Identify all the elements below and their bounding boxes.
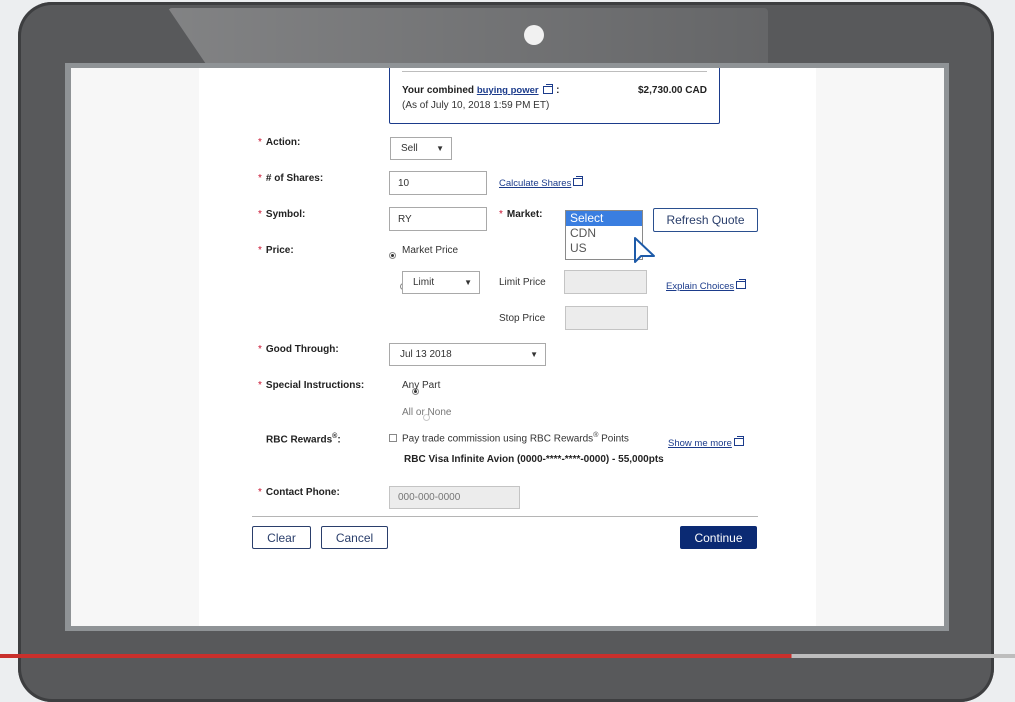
buying-power-link[interactable]: buying power (477, 85, 539, 96)
good-through-select[interactable]: Jul 13 2018 ▼ (389, 343, 546, 366)
buying-power-amount: $2,730.00 CAD (638, 85, 707, 96)
required-mark: * (258, 380, 262, 391)
limit-price-input[interactable] (564, 270, 647, 294)
shares-input[interactable]: 10 (389, 171, 487, 195)
symbol-label: * Symbol: (258, 209, 305, 220)
market-label: * Market: (499, 209, 542, 220)
video-progress-strip (0, 654, 1015, 658)
special-instructions-label: * Special Instructions: (258, 380, 364, 391)
show-me-more[interactable]: Show me more (668, 433, 744, 451)
special-instructions-label-text: Special Instructions: (265, 380, 365, 391)
good-through-label-text: Good Through: (265, 344, 339, 355)
rewards-text-main: Pay trade commission using RBC Rewards (402, 433, 594, 445)
market-price-radio[interactable] (389, 252, 396, 259)
dropdown-arrow-icon: ▼ (436, 144, 444, 153)
external-window-icon[interactable] (543, 84, 554, 95)
rewards-label: RBC Rewards®: (266, 433, 341, 445)
external-window-icon[interactable] (736, 278, 747, 289)
shares-label-text: # of Shares: (265, 173, 324, 184)
dropdown-arrow-icon: ▼ (464, 278, 472, 287)
rewards-checkbox[interactable] (389, 434, 397, 442)
required-mark: * (258, 245, 262, 256)
order-type-select[interactable]: Limit ▼ (402, 271, 480, 294)
right-margin (816, 68, 944, 626)
explain-choices[interactable]: Explain Choices (666, 276, 747, 294)
show-me-more-link[interactable]: Show me more (668, 438, 732, 449)
action-label: * Action: (258, 137, 300, 148)
browser-viewport: Your combined buying power : $2,730.00 C… (71, 68, 944, 626)
buying-power-line: Your combined buying power : (402, 84, 560, 96)
buying-power-box (389, 68, 720, 124)
calculate-shares[interactable]: Calculate Shares (499, 173, 584, 191)
dropdown-arrow-icon: ▼ (530, 350, 538, 359)
clear-button[interactable]: Clear (252, 526, 311, 549)
order-type-value: Limit (413, 277, 435, 288)
rewards-text: Pay trade commission using RBC Rewards® … (402, 432, 629, 444)
symbol-input[interactable]: RY (389, 207, 487, 231)
continue-button[interactable]: Continue (680, 526, 757, 549)
rewards-text-end: Points (598, 433, 629, 445)
form-divider (252, 516, 758, 517)
calculate-shares-link[interactable]: Calculate Shares (499, 178, 571, 189)
buying-power-as-of: (As of July 10, 2018 1:59 PM ET) (402, 100, 550, 111)
contact-phone-input[interactable] (389, 486, 520, 509)
required-mark: * (258, 137, 262, 148)
price-label: * Price: (258, 245, 294, 256)
all-or-none-label: All or None (402, 407, 452, 418)
divider (402, 71, 707, 72)
good-through-value: Jul 13 2018 (400, 349, 452, 360)
external-window-icon[interactable] (573, 175, 584, 186)
market-price-label: Market Price (402, 245, 459, 256)
cancel-button[interactable]: Cancel (321, 526, 388, 549)
rewards-label-text: RBC Rewards (266, 434, 333, 446)
symbol-label-text: Symbol: (265, 209, 306, 220)
refresh-quote-button[interactable]: Refresh Quote (653, 208, 758, 232)
buying-power-suffix: : (556, 85, 560, 96)
left-margin (71, 68, 199, 626)
mouse-cursor-icon (634, 237, 655, 263)
required-mark: * (258, 173, 262, 184)
external-window-icon[interactable] (733, 435, 744, 446)
screen-glare (168, 8, 768, 70)
good-through-label: * Good Through: (258, 344, 339, 355)
action-label-text: Action: (265, 137, 301, 148)
market-option-select[interactable]: Select (566, 211, 642, 226)
required-mark: * (258, 344, 262, 355)
any-part-label: Any Part (402, 380, 441, 391)
webcam (524, 25, 544, 45)
explain-choices-link[interactable]: Explain Choices (666, 281, 734, 292)
required-mark: * (258, 209, 262, 220)
action-select[interactable]: Sell ▼ (390, 137, 452, 160)
rewards-label-colon: : (337, 434, 341, 446)
contact-phone-label-text: Contact Phone: (265, 487, 340, 498)
contact-phone-label: * Contact Phone: (258, 487, 340, 498)
shares-label: * # of Shares: (258, 173, 323, 184)
required-mark: * (499, 209, 503, 220)
rewards-card: RBC Visa Infinite Avion (0000-****-****-… (404, 454, 664, 465)
market-option-cdn[interactable]: CDN (566, 226, 642, 241)
stop-price-label: Stop Price (499, 313, 546, 324)
market-label-text: Market: (506, 209, 543, 220)
required-mark: * (258, 487, 262, 498)
limit-price-label: Limit Price (499, 277, 546, 288)
market-option-us[interactable]: US (566, 241, 642, 256)
buying-power-prefix: Your combined (402, 85, 475, 96)
stop-price-input[interactable] (565, 306, 648, 330)
action-value: Sell (401, 143, 418, 154)
price-label-text: Price: (265, 245, 294, 256)
